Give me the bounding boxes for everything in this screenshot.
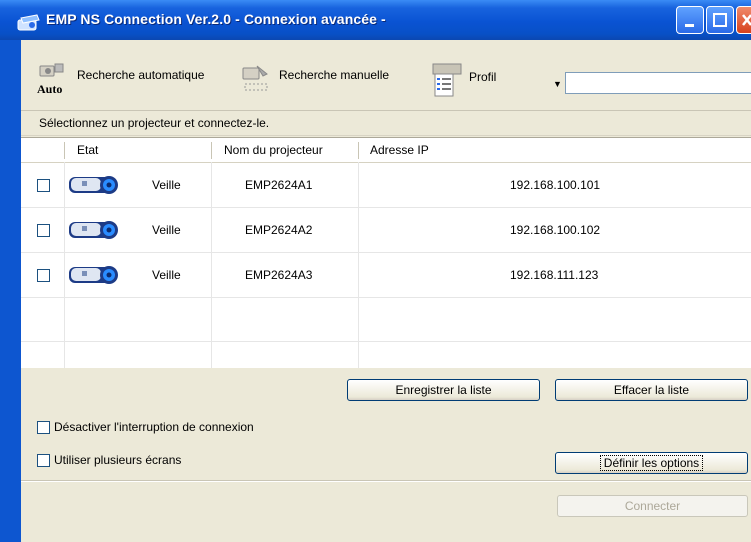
bottom-panel: Enregistrer la liste Effacer la liste Dé… bbox=[21, 368, 751, 542]
close-icon bbox=[742, 14, 751, 26]
header-separator[interactable] bbox=[211, 142, 212, 159]
header-separator[interactable] bbox=[64, 142, 65, 159]
row-name: EMP2624A1 bbox=[245, 178, 313, 192]
projector-icon bbox=[69, 221, 118, 239]
multi-screen-label: Utiliser plusieurs écrans bbox=[54, 453, 182, 467]
auto-caption: Auto bbox=[37, 82, 63, 96]
row-status: Veille bbox=[152, 268, 181, 282]
save-list-button[interactable]: Enregistrer la liste bbox=[347, 379, 540, 401]
header-name[interactable]: Nom du projecteur bbox=[224, 138, 323, 162]
row-checkbox[interactable] bbox=[37, 269, 50, 282]
row-checkbox[interactable] bbox=[37, 224, 50, 237]
set-options-label: Définir les options bbox=[599, 455, 704, 471]
list-header: Etat Nom du projecteur Adresse IP bbox=[21, 138, 751, 163]
set-options-button[interactable]: Définir les options bbox=[555, 452, 748, 474]
disable-interrupt-option[interactable]: Désactiver l'interruption de connexion bbox=[37, 420, 254, 434]
window-frame-left bbox=[0, 40, 21, 542]
header-separator[interactable] bbox=[358, 142, 359, 159]
row-ip: 192.168.111.123 bbox=[510, 268, 599, 282]
minimize-icon bbox=[685, 24, 694, 27]
header-status[interactable]: Etat bbox=[77, 138, 98, 162]
row-status: Veille bbox=[152, 223, 181, 237]
auto-search-button[interactable]: Auto Recherche automatique bbox=[37, 62, 204, 98]
projector-list[interactable]: Etat Nom du projecteur Adresse IP Veille… bbox=[21, 137, 751, 369]
manual-search-label: Recherche manuelle bbox=[279, 68, 390, 82]
profile-combo[interactable] bbox=[565, 72, 751, 94]
row-ip: 192.168.100.101 bbox=[510, 178, 601, 192]
profile-dropdown-icon[interactable]: ▼ bbox=[553, 79, 562, 89]
table-row[interactable]: Veille EMP2624A3 192.168.111.123 bbox=[21, 253, 751, 298]
app-icon bbox=[17, 14, 40, 31]
maximize-button[interactable] bbox=[706, 6, 734, 34]
profile-icon bbox=[429, 62, 465, 98]
projector-icon bbox=[69, 176, 118, 194]
minimize-button[interactable] bbox=[676, 6, 704, 34]
header-ip[interactable]: Adresse IP bbox=[370, 138, 429, 162]
title-bar[interactable]: EMP NS Connection Ver.2.0 - Connexion av… bbox=[0, 0, 751, 40]
profile-label: Profil bbox=[469, 70, 497, 84]
manual-search-icon bbox=[239, 62, 275, 98]
empty-row bbox=[21, 342, 751, 368]
auto-search-label: Recherche automatique bbox=[77, 68, 205, 82]
empty-row bbox=[21, 298, 751, 342]
toolbar: Auto Recherche automatique Recherche man… bbox=[21, 40, 751, 111]
row-status: Veille bbox=[152, 178, 181, 192]
separator bbox=[21, 480, 751, 482]
disable-interrupt-checkbox[interactable] bbox=[37, 420, 50, 434]
row-name: EMP2624A3 bbox=[245, 268, 313, 282]
row-name: EMP2624A2 bbox=[245, 223, 313, 237]
app-window: EMP NS Connection Ver.2.0 - Connexion av… bbox=[0, 0, 751, 542]
manual-search-button[interactable]: Recherche manuelle bbox=[239, 62, 389, 98]
instruction-bar: Sélectionnez un projecteur et connectez-… bbox=[21, 111, 751, 136]
auto-search-icon: Auto bbox=[37, 62, 73, 98]
multi-screen-checkbox[interactable] bbox=[37, 453, 50, 467]
instruction-text: Sélectionnez un projecteur et connectez-… bbox=[39, 116, 270, 130]
projector-icon bbox=[69, 266, 118, 284]
row-ip: 192.168.100.102 bbox=[510, 223, 601, 237]
table-row[interactable]: Veille EMP2624A2 192.168.100.102 bbox=[21, 208, 751, 253]
clear-list-button[interactable]: Effacer la liste bbox=[555, 379, 748, 401]
row-checkbox[interactable] bbox=[37, 179, 50, 192]
profile-button[interactable]: Profil bbox=[429, 62, 496, 98]
connect-button[interactable]: Connecter bbox=[557, 495, 748, 517]
multi-screen-option[interactable]: Utiliser plusieurs écrans bbox=[37, 453, 181, 467]
window-title: EMP NS Connection Ver.2.0 - Connexion av… bbox=[46, 11, 386, 27]
maximize-icon bbox=[713, 13, 727, 27]
disable-interrupt-label: Désactiver l'interruption de connexion bbox=[54, 420, 254, 434]
close-button[interactable] bbox=[736, 6, 751, 34]
table-row[interactable]: Veille EMP2624A1 192.168.100.101 bbox=[21, 163, 751, 208]
